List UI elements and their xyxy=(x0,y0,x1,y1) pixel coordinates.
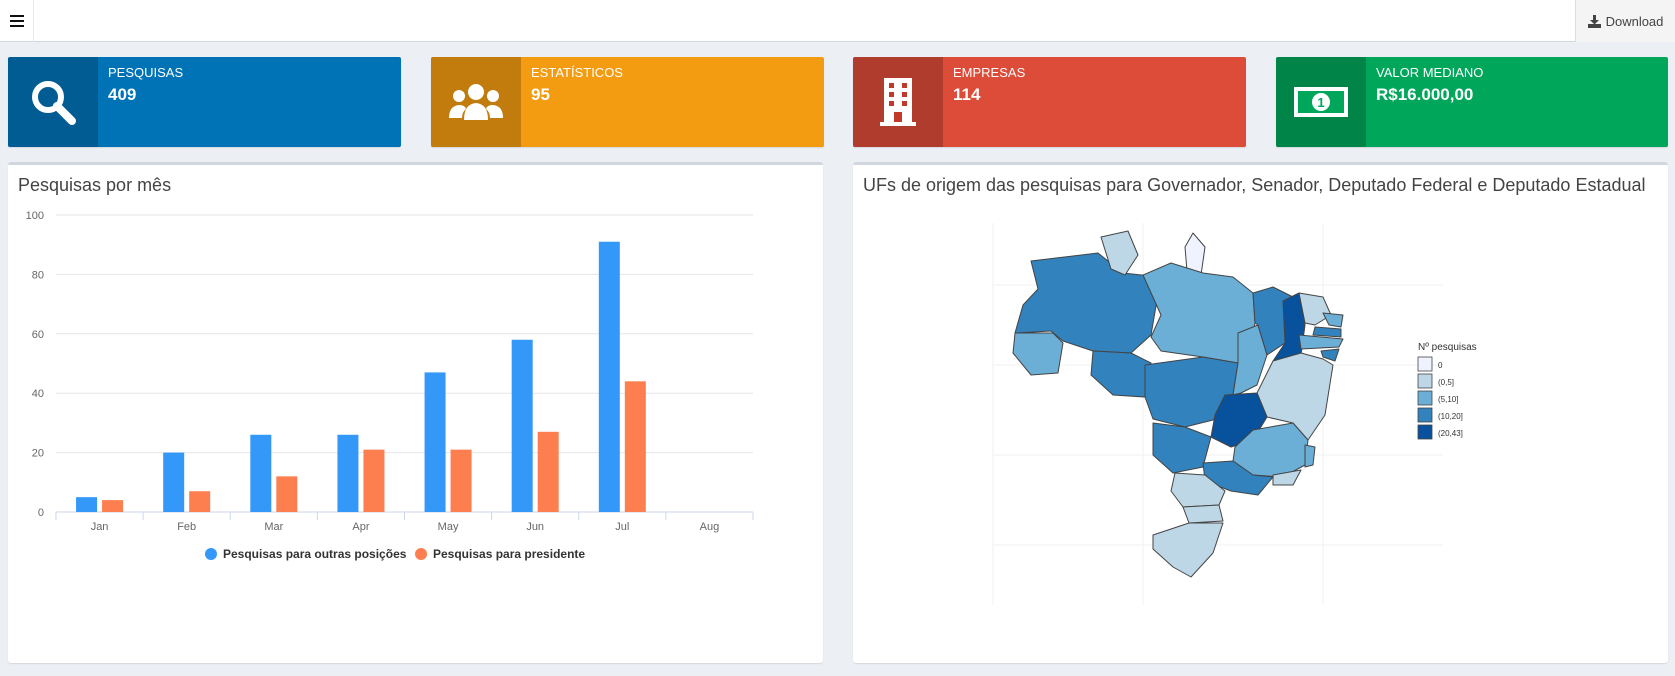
bar-chart-panel: Pesquisas por mês 0 20 40 60 80 100 Jan Feb Mar A… xyxy=(8,162,823,663)
bar-outras[interactable] xyxy=(598,241,620,512)
bar-outras[interactable] xyxy=(337,434,359,512)
y-tick-label: 0 xyxy=(38,507,44,519)
info-box-label: VALOR MEDIANO xyxy=(1376,65,1484,80)
bar-presidente[interactable] xyxy=(450,449,472,512)
state-rn xyxy=(1322,312,1344,328)
bar-outras[interactable] xyxy=(250,434,272,512)
state-ms xyxy=(1152,422,1212,474)
info-box-value: 95 xyxy=(531,85,550,104)
legend-marker xyxy=(415,548,427,560)
bar-presidente[interactable] xyxy=(102,500,124,512)
info-box-empresas: EMPRESAS 114 xyxy=(853,57,1246,147)
users-icon xyxy=(431,57,521,147)
y-tick-label: 100 xyxy=(26,210,44,222)
info-box-valor-mediano: 1 VALOR MEDIANO R$16.000,00 xyxy=(1276,57,1668,147)
money-icon: 1 xyxy=(1276,57,1366,147)
bar-presidente[interactable] xyxy=(537,431,559,512)
info-box-estatisticos: ESTATÍSTICOS 95 xyxy=(431,57,824,147)
hamburger-icon xyxy=(9,15,24,27)
bar-outras[interactable] xyxy=(511,339,533,512)
info-box-pesquisas: PESQUISAS 409 xyxy=(8,57,401,147)
state-es xyxy=(1304,444,1316,468)
x-tick-label: May xyxy=(438,521,459,533)
map-legend-label: (0,5] xyxy=(1438,378,1454,387)
building-icon xyxy=(853,57,943,147)
info-box-value: R$16.000,00 xyxy=(1376,85,1474,104)
map-legend-swatch xyxy=(1417,356,1433,372)
download-label: Download xyxy=(1605,13,1664,29)
search-icon xyxy=(8,57,98,147)
legend-marker xyxy=(205,548,217,560)
info-box-value: 409 xyxy=(108,85,137,104)
map-legend-swatch xyxy=(1417,390,1433,406)
info-box-label: EMPRESAS xyxy=(953,65,1026,80)
bar-outras[interactable] xyxy=(76,497,98,512)
info-box-value: 114 xyxy=(953,85,981,104)
state-ro xyxy=(1090,350,1152,398)
legend-label[interactable]: Pesquisas para presidente xyxy=(433,547,585,561)
bar-outras[interactable] xyxy=(424,372,446,512)
map-legend-swatch xyxy=(1417,424,1433,440)
bar-outras[interactable] xyxy=(163,452,185,512)
top-navbar: Download xyxy=(0,0,1675,42)
svg-text:1: 1 xyxy=(1317,95,1324,110)
state-rs xyxy=(1152,522,1224,578)
map-legend-title: Nº pesquisas xyxy=(1418,342,1477,353)
legend-label[interactable]: Pesquisas para outras posições xyxy=(223,547,407,561)
info-box-label: PESQUISAS xyxy=(108,65,184,80)
map-legend-label: (5,10] xyxy=(1438,395,1458,404)
x-tick-label: Apr xyxy=(352,521,369,533)
map-panel: UFs de origem das pesquisas para Governa… xyxy=(853,162,1668,663)
y-tick-label: 80 xyxy=(32,269,44,281)
bar-presidente[interactable] xyxy=(276,476,298,512)
download-icon xyxy=(1587,14,1601,28)
map-legend-swatch xyxy=(1417,407,1433,423)
map-legend-label: (20,43] xyxy=(1438,429,1463,438)
y-tick-label: 60 xyxy=(32,329,44,341)
x-tick-label: Mar xyxy=(264,521,283,533)
download-button[interactable]: Download xyxy=(1575,0,1675,42)
sidebar-toggle-button[interactable] xyxy=(0,0,34,42)
state-ac xyxy=(1012,332,1064,376)
brazil-choropleth-map: Nº pesquisas 0 (0,5] (5,10] (10,20] (20,43] xyxy=(992,223,1477,605)
x-tick-label: Jan xyxy=(91,521,109,533)
x-tick-label: Jun xyxy=(526,521,544,533)
x-tick-label: Jul xyxy=(615,521,629,533)
state-pb xyxy=(1312,326,1342,338)
info-box-label: ESTATÍSTICOS xyxy=(531,65,623,80)
bar-presidente[interactable] xyxy=(624,381,646,512)
map-legend-swatch xyxy=(1417,373,1433,389)
x-tick-label: Aug xyxy=(700,521,720,533)
y-tick-label: 40 xyxy=(32,388,44,400)
x-tick-label: Feb xyxy=(177,521,196,533)
map-legend-label: 0 xyxy=(1438,361,1443,370)
map-legend-label: (10,20] xyxy=(1438,412,1463,421)
y-tick-label: 20 xyxy=(32,448,44,460)
state-sc xyxy=(1182,504,1224,524)
bar-presidente[interactable] xyxy=(189,491,211,512)
bar-chart: 0 20 40 60 80 100 Jan Feb Mar Apr May Jun Jul Aug Pesq… xyxy=(26,210,754,561)
bar-presidente[interactable] xyxy=(363,449,385,512)
